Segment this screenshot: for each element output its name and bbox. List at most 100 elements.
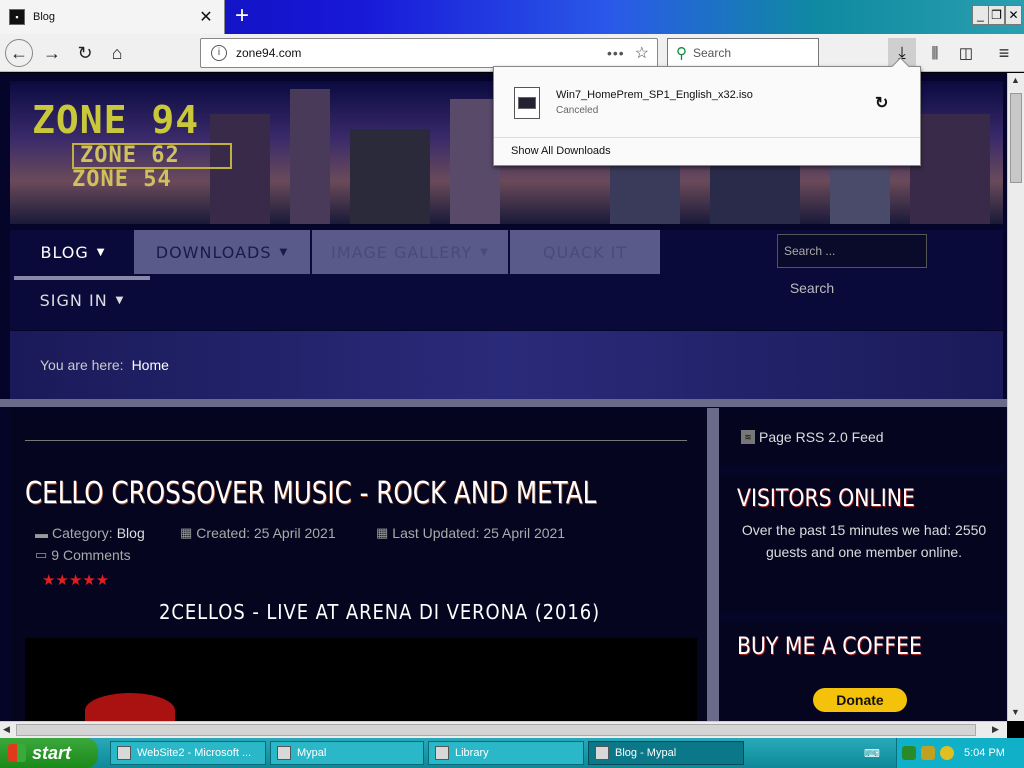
nav-item-image-gallery[interactable]: IMAGE GALLERY ▼ [312,230,508,274]
show-all-downloads-button[interactable]: Show All Downloads [494,137,920,165]
windows-logo-icon [8,744,26,762]
tab-close-icon[interactable]: ✕ [196,7,216,27]
task-label: WebSite2 - Microsoft ... [137,747,252,759]
scroll-up-icon[interactable]: ▲ [1011,75,1020,85]
comments-count[interactable]: 9 Comments [51,547,130,563]
taskbar-item-blog-mypal[interactable]: Blog - Mypal [588,741,744,765]
article-comments[interactable]: ▭ 9 Comments [35,547,131,563]
taskbar-item-library[interactable]: Library [428,741,584,765]
rss-feed-box[interactable]: ≋ Page RSS 2.0 Feed [719,408,1005,466]
scroll-down-icon[interactable]: ▼ [1011,707,1020,717]
updated-date: Last Updated: 25 April 2021 [392,525,566,541]
site-logo[interactable]: ZONE 94 ZONE 62 ZONE 54 [32,101,232,191]
site-search-input[interactable]: Search ... [777,234,927,268]
donate-button[interactable]: Donate [813,688,907,712]
start-label: start [32,742,72,763]
column-divider [707,408,719,721]
task-label: Library [455,747,489,759]
close-window-button[interactable]: ✕ [1005,5,1022,25]
vertical-scrollbar[interactable]: ▲ ▼ [1007,73,1024,721]
video-thumbnail-shape [85,693,175,721]
logo-line-3: ZONE 54 [72,167,172,192]
scrollbar-thumb[interactable] [16,724,976,736]
app-icon [117,746,131,760]
new-tab-button[interactable]: + [228,2,256,30]
arrow-left-icon: ← [10,42,28,63]
keyboard-layout-icon[interactable]: ⌨ [858,741,894,765]
library-button[interactable]: ⫼ [921,39,949,67]
retry-download-icon[interactable]: ↻ [875,93,888,113]
app-icon [277,746,291,760]
taskbar-item-mypal[interactable]: Mypal [270,741,424,765]
nav-item-sign-in[interactable]: SIGN IN ▼ [14,276,150,320]
article-created: ▦ Created: 25 April 2021 [180,525,336,541]
iso-file-icon [514,87,540,119]
calendar-icon: ▦ [180,525,193,540]
back-button[interactable]: ← [5,39,33,67]
site-search-button[interactable]: Search [777,276,847,300]
visitors-heading: VISITORS ONLINE [737,484,915,512]
breadcrumb-home-link[interactable]: Home [132,357,169,373]
home-button[interactable]: ⌂ [103,39,131,67]
folder-icon: ▬ [35,525,48,541]
system-tray: 5:04 PM [896,738,1024,768]
banner-building [350,129,430,224]
site-navigation: BLOG ▼ DOWNLOADS ▼ IMAGE GALLERY ▼ QUACK… [10,230,1003,330]
site-info-icon[interactable]: i [211,45,227,61]
browser-search-input[interactable]: ⚲ Search [667,38,819,68]
banner-building [290,89,330,224]
task-label: Blog - Mypal [615,747,677,759]
visitors-online-box: VISITORS ONLINE Over the past 15 minutes… [719,474,1005,614]
scroll-left-icon[interactable]: ◀ [3,724,10,735]
page-actions-icon[interactable]: ••• [607,45,625,61]
download-item[interactable]: Win7_HomePrem_SP1_English_x32.iso Cancel… [495,71,919,135]
download-filename: Win7_HomePrem_SP1_English_x32.iso [556,89,753,101]
breadcrumb-label: You are here: [40,357,124,373]
volume-icon[interactable] [921,746,935,760]
embedded-video[interactable] [25,638,697,721]
browser-tab-blog[interactable]: ▪ Blog ✕ [0,0,225,34]
browser-search-placeholder: Search [693,46,732,60]
menu-button[interactable]: ≡ [990,39,1018,67]
nav-item-quack-it[interactable]: QUACK IT [510,230,660,274]
sidebar-icon: ◫ [958,45,974,62]
video-title: 2CELLOS - LIVE AT ARENA DI VERONA (2016) [159,600,601,624]
bookmark-star-icon[interactable]: ☆ [635,43,649,63]
start-button[interactable]: start [0,738,98,768]
category-link[interactable]: Blog [117,525,145,541]
scroll-right-icon[interactable]: ▶ [992,724,999,735]
banner-building [910,114,990,224]
reload-icon: ↻ [77,42,93,63]
calendar-icon: ▦ [376,525,389,540]
caret-down-icon: ▼ [480,246,489,258]
category-label: Category: [52,525,113,541]
nav-item-blog[interactable]: BLOG ▼ [14,230,132,274]
reload-button[interactable]: ↻ [71,39,99,67]
hamburger-menu-icon: ≡ [998,42,1010,63]
taskbar-item-website2[interactable]: WebSite2 - Microsoft ... [110,741,266,765]
address-bar[interactable]: i zone94.com ••• ☆ [200,38,658,68]
article-title[interactable]: CELLO CROSSOVER MUSIC - ROCK AND METAL [25,476,596,511]
minimize-button[interactable]: _ [972,5,989,25]
download-status: Canceled [556,105,599,116]
horizontal-scrollbar[interactable]: ◀ ▶ [0,721,1007,738]
network-icon[interactable] [902,746,916,760]
nav-item-downloads[interactable]: DOWNLOADS ▼ [134,230,310,274]
breadcrumb: You are here: Home [10,331,1003,399]
app-icon [595,746,609,760]
rating-stars[interactable]: ★★★★★ [42,571,109,589]
nav-label: SIGN IN [39,290,108,310]
url-text[interactable]: zone94.com [236,46,607,60]
search-tray-icon[interactable] [940,746,954,760]
caret-down-icon: ▼ [279,246,289,258]
rss-link[interactable]: Page RSS 2.0 Feed [759,429,884,445]
forward-button[interactable]: → [38,39,66,67]
sidebar-toggle-button[interactable]: ◫ [952,39,980,67]
restore-button[interactable]: ❐ [988,5,1005,25]
nav-label: QUACK IT [542,242,628,262]
browser-tab-strip: ▪ Blog ✕ + _ ❐ ✕ [0,0,1024,34]
scrollbar-thumb[interactable] [1010,93,1022,183]
nav-label: BLOG [40,242,89,262]
tab-title: Blog [33,11,56,23]
buy-me-coffee-box: BUY ME A COFFEE Donate [719,622,1005,721]
